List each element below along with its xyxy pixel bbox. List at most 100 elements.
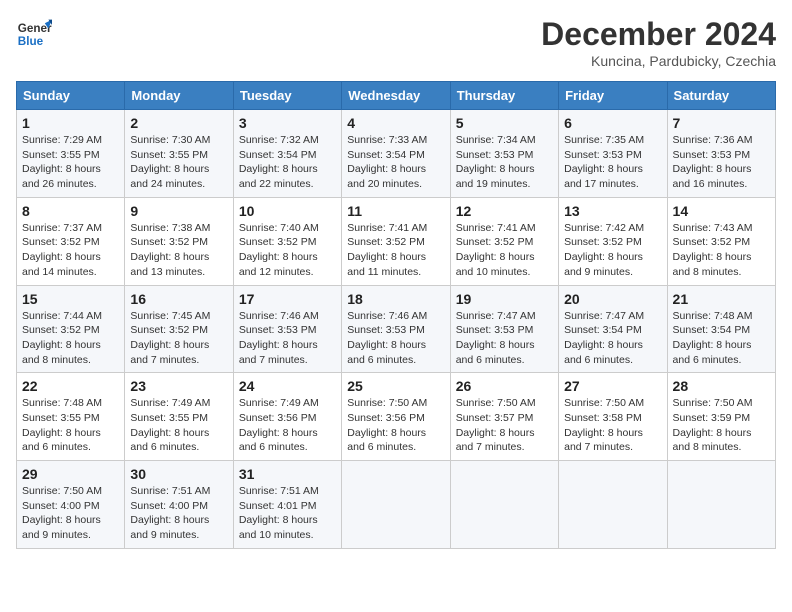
- location: Kuncina, Pardubicky, Czechia: [541, 53, 776, 69]
- day-number: 9: [130, 203, 227, 219]
- header-saturday: Saturday: [667, 82, 775, 110]
- day-number: 5: [456, 115, 553, 131]
- day-info: Sunrise: 7:45 AM Sunset: 3:52 PM Dayligh…: [130, 309, 227, 368]
- day-info: Sunrise: 7:44 AM Sunset: 3:52 PM Dayligh…: [22, 309, 119, 368]
- day-number: 26: [456, 378, 553, 394]
- day-number: 13: [564, 203, 661, 219]
- day-info: Sunrise: 7:51 AM Sunset: 4:01 PM Dayligh…: [239, 484, 336, 543]
- day-number: 8: [22, 203, 119, 219]
- day-info: Sunrise: 7:46 AM Sunset: 3:53 PM Dayligh…: [239, 309, 336, 368]
- calendar-week-row: 15 Sunrise: 7:44 AM Sunset: 3:52 PM Dayl…: [17, 285, 776, 373]
- svg-text:Blue: Blue: [18, 35, 44, 48]
- day-number: 27: [564, 378, 661, 394]
- calendar-week-row: 22 Sunrise: 7:48 AM Sunset: 3:55 PM Dayl…: [17, 373, 776, 461]
- day-cell-8: 8 Sunrise: 7:37 AM Sunset: 3:52 PM Dayli…: [17, 197, 125, 285]
- calendar-table: Sunday Monday Tuesday Wednesday Thursday…: [16, 81, 776, 549]
- day-cell-22: 22 Sunrise: 7:48 AM Sunset: 3:55 PM Dayl…: [17, 373, 125, 461]
- empty-cell: [667, 461, 775, 549]
- day-cell-3: 3 Sunrise: 7:32 AM Sunset: 3:54 PM Dayli…: [233, 110, 341, 198]
- day-info: Sunrise: 7:29 AM Sunset: 3:55 PM Dayligh…: [22, 133, 119, 192]
- weekday-header-row: Sunday Monday Tuesday Wednesday Thursday…: [17, 82, 776, 110]
- calendar-week-row: 8 Sunrise: 7:37 AM Sunset: 3:52 PM Dayli…: [17, 197, 776, 285]
- day-info: Sunrise: 7:33 AM Sunset: 3:54 PM Dayligh…: [347, 133, 444, 192]
- day-cell-5: 5 Sunrise: 7:34 AM Sunset: 3:53 PM Dayli…: [450, 110, 558, 198]
- empty-cell: [559, 461, 667, 549]
- day-info: Sunrise: 7:46 AM Sunset: 3:53 PM Dayligh…: [347, 309, 444, 368]
- day-info: Sunrise: 7:48 AM Sunset: 3:55 PM Dayligh…: [22, 396, 119, 455]
- calendar-week-row: 29 Sunrise: 7:50 AM Sunset: 4:00 PM Dayl…: [17, 461, 776, 549]
- day-cell-15: 15 Sunrise: 7:44 AM Sunset: 3:52 PM Dayl…: [17, 285, 125, 373]
- day-number: 31: [239, 466, 336, 482]
- day-number: 2: [130, 115, 227, 131]
- day-cell-12: 12 Sunrise: 7:41 AM Sunset: 3:52 PM Dayl…: [450, 197, 558, 285]
- day-cell-1: 1 Sunrise: 7:29 AM Sunset: 3:55 PM Dayli…: [17, 110, 125, 198]
- header-tuesday: Tuesday: [233, 82, 341, 110]
- calendar-week-row: 1 Sunrise: 7:29 AM Sunset: 3:55 PM Dayli…: [17, 110, 776, 198]
- day-number: 29: [22, 466, 119, 482]
- day-cell-11: 11 Sunrise: 7:41 AM Sunset: 3:52 PM Dayl…: [342, 197, 450, 285]
- day-number: 4: [347, 115, 444, 131]
- day-number: 14: [673, 203, 770, 219]
- logo-icon: General Blue: [16, 16, 52, 52]
- day-cell-27: 27 Sunrise: 7:50 AM Sunset: 3:58 PM Dayl…: [559, 373, 667, 461]
- day-cell-10: 10 Sunrise: 7:40 AM Sunset: 3:52 PM Dayl…: [233, 197, 341, 285]
- day-cell-7: 7 Sunrise: 7:36 AM Sunset: 3:53 PM Dayli…: [667, 110, 775, 198]
- day-info: Sunrise: 7:42 AM Sunset: 3:52 PM Dayligh…: [564, 221, 661, 280]
- day-info: Sunrise: 7:43 AM Sunset: 3:52 PM Dayligh…: [673, 221, 770, 280]
- empty-cell: [342, 461, 450, 549]
- day-cell-24: 24 Sunrise: 7:49 AM Sunset: 3:56 PM Dayl…: [233, 373, 341, 461]
- day-info: Sunrise: 7:50 AM Sunset: 3:59 PM Dayligh…: [673, 396, 770, 455]
- day-info: Sunrise: 7:40 AM Sunset: 3:52 PM Dayligh…: [239, 221, 336, 280]
- day-info: Sunrise: 7:47 AM Sunset: 3:54 PM Dayligh…: [564, 309, 661, 368]
- day-number: 17: [239, 291, 336, 307]
- day-number: 11: [347, 203, 444, 219]
- day-info: Sunrise: 7:50 AM Sunset: 3:58 PM Dayligh…: [564, 396, 661, 455]
- day-number: 30: [130, 466, 227, 482]
- header-friday: Friday: [559, 82, 667, 110]
- day-number: 20: [564, 291, 661, 307]
- day-info: Sunrise: 7:50 AM Sunset: 4:00 PM Dayligh…: [22, 484, 119, 543]
- day-info: Sunrise: 7:49 AM Sunset: 3:56 PM Dayligh…: [239, 396, 336, 455]
- day-number: 21: [673, 291, 770, 307]
- day-number: 16: [130, 291, 227, 307]
- day-cell-14: 14 Sunrise: 7:43 AM Sunset: 3:52 PM Dayl…: [667, 197, 775, 285]
- day-cell-13: 13 Sunrise: 7:42 AM Sunset: 3:52 PM Dayl…: [559, 197, 667, 285]
- day-cell-17: 17 Sunrise: 7:46 AM Sunset: 3:53 PM Dayl…: [233, 285, 341, 373]
- day-info: Sunrise: 7:50 AM Sunset: 3:56 PM Dayligh…: [347, 396, 444, 455]
- day-number: 18: [347, 291, 444, 307]
- day-cell-6: 6 Sunrise: 7:35 AM Sunset: 3:53 PM Dayli…: [559, 110, 667, 198]
- day-cell-29: 29 Sunrise: 7:50 AM Sunset: 4:00 PM Dayl…: [17, 461, 125, 549]
- logo: General Blue: [16, 16, 52, 52]
- day-info: Sunrise: 7:38 AM Sunset: 3:52 PM Dayligh…: [130, 221, 227, 280]
- day-info: Sunrise: 7:36 AM Sunset: 3:53 PM Dayligh…: [673, 133, 770, 192]
- day-cell-31: 31 Sunrise: 7:51 AM Sunset: 4:01 PM Dayl…: [233, 461, 341, 549]
- day-cell-21: 21 Sunrise: 7:48 AM Sunset: 3:54 PM Dayl…: [667, 285, 775, 373]
- day-cell-28: 28 Sunrise: 7:50 AM Sunset: 3:59 PM Dayl…: [667, 373, 775, 461]
- day-info: Sunrise: 7:34 AM Sunset: 3:53 PM Dayligh…: [456, 133, 553, 192]
- day-info: Sunrise: 7:48 AM Sunset: 3:54 PM Dayligh…: [673, 309, 770, 368]
- day-cell-26: 26 Sunrise: 7:50 AM Sunset: 3:57 PM Dayl…: [450, 373, 558, 461]
- day-cell-30: 30 Sunrise: 7:51 AM Sunset: 4:00 PM Dayl…: [125, 461, 233, 549]
- day-number: 15: [22, 291, 119, 307]
- day-info: Sunrise: 7:41 AM Sunset: 3:52 PM Dayligh…: [347, 221, 444, 280]
- day-cell-18: 18 Sunrise: 7:46 AM Sunset: 3:53 PM Dayl…: [342, 285, 450, 373]
- header-thursday: Thursday: [450, 82, 558, 110]
- day-number: 23: [130, 378, 227, 394]
- title-block: December 2024 Kuncina, Pardubicky, Czech…: [541, 16, 776, 69]
- day-number: 28: [673, 378, 770, 394]
- day-number: 24: [239, 378, 336, 394]
- day-info: Sunrise: 7:50 AM Sunset: 3:57 PM Dayligh…: [456, 396, 553, 455]
- day-cell-16: 16 Sunrise: 7:45 AM Sunset: 3:52 PM Dayl…: [125, 285, 233, 373]
- day-number: 10: [239, 203, 336, 219]
- day-cell-4: 4 Sunrise: 7:33 AM Sunset: 3:54 PM Dayli…: [342, 110, 450, 198]
- day-number: 12: [456, 203, 553, 219]
- day-cell-19: 19 Sunrise: 7:47 AM Sunset: 3:53 PM Dayl…: [450, 285, 558, 373]
- header-sunday: Sunday: [17, 82, 125, 110]
- day-info: Sunrise: 7:49 AM Sunset: 3:55 PM Dayligh…: [130, 396, 227, 455]
- day-number: 19: [456, 291, 553, 307]
- day-number: 1: [22, 115, 119, 131]
- header-monday: Monday: [125, 82, 233, 110]
- day-cell-23: 23 Sunrise: 7:49 AM Sunset: 3:55 PM Dayl…: [125, 373, 233, 461]
- empty-cell: [450, 461, 558, 549]
- day-info: Sunrise: 7:51 AM Sunset: 4:00 PM Dayligh…: [130, 484, 227, 543]
